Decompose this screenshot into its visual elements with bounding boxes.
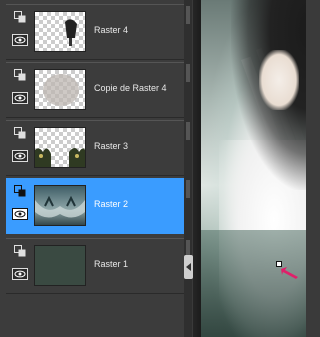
eye-icon[interactable] bbox=[12, 208, 28, 220]
layer-row-raster-1[interactable]: Raster 1 bbox=[6, 238, 184, 294]
layer-name: Raster 3 bbox=[94, 141, 129, 151]
layer-name: Copie de Raster 4 bbox=[94, 83, 167, 93]
chevron-left-icon[interactable] bbox=[184, 255, 193, 279]
layer-name: Raster 1 bbox=[94, 259, 129, 269]
layer-stack-icon[interactable] bbox=[14, 11, 26, 23]
image-canvas[interactable] bbox=[201, 0, 306, 337]
layer-name: Raster 4 bbox=[94, 25, 129, 35]
panel-divider[interactable] bbox=[193, 0, 201, 337]
eye-icon[interactable] bbox=[12, 268, 28, 280]
layer-row-raster-4[interactable]: Raster 4 bbox=[6, 4, 184, 60]
panel-scrollbar[interactable] bbox=[184, 0, 192, 337]
layer-thumbnail bbox=[34, 245, 86, 286]
eye-icon[interactable] bbox=[12, 34, 28, 46]
layer-thumbnail bbox=[34, 127, 86, 168]
layer-row-copie-de-raster-4[interactable]: Copie de Raster 4 bbox=[6, 62, 184, 118]
layer-name: Raster 2 bbox=[94, 199, 129, 209]
layer-row-raster-3[interactable]: Raster 3 bbox=[6, 120, 184, 176]
layer-thumbnail bbox=[34, 69, 86, 110]
scroll-marker bbox=[186, 122, 190, 140]
layer-stack-icon[interactable] bbox=[14, 245, 26, 257]
scroll-marker bbox=[186, 64, 190, 82]
arrow-pointer-icon bbox=[281, 267, 298, 279]
water-reflection bbox=[201, 230, 306, 337]
layer-row-raster-2[interactable]: Raster 2 bbox=[6, 178, 184, 234]
layer-thumbnail bbox=[34, 185, 86, 226]
eye-icon[interactable] bbox=[12, 150, 28, 162]
scroll-marker bbox=[186, 6, 190, 24]
layer-stack-icon[interactable] bbox=[14, 127, 26, 139]
layer-stack-icon[interactable] bbox=[14, 69, 26, 81]
figure-face bbox=[259, 50, 299, 110]
eye-icon[interactable] bbox=[12, 92, 28, 104]
layers-panel: Raster 4 Copie de Raster 4 Raster 3 Rast… bbox=[0, 0, 184, 337]
scroll-marker bbox=[186, 180, 190, 198]
layer-thumbnail bbox=[34, 11, 86, 52]
layer-stack-icon[interactable] bbox=[14, 185, 26, 197]
